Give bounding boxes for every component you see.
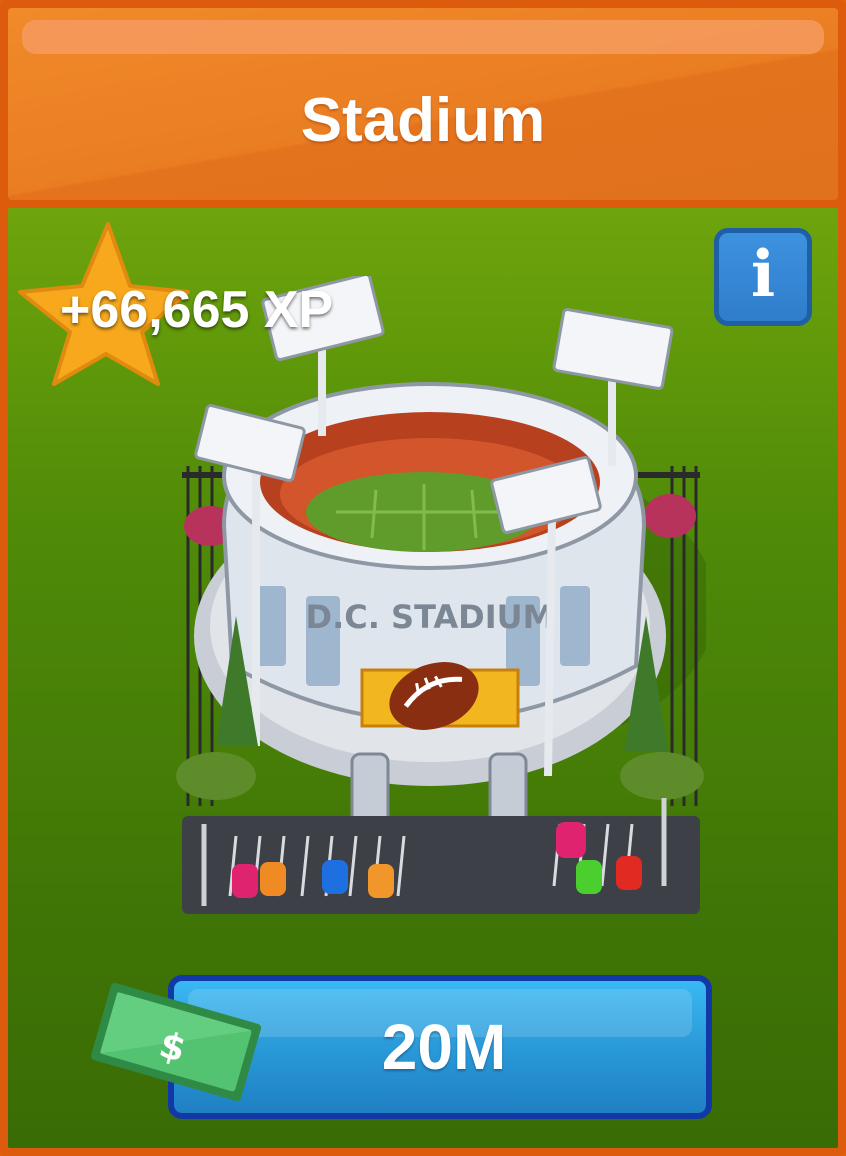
xp-reward-label: +66,665 XP (60, 281, 334, 339)
stadium-sign: D.C. STADIUM (306, 598, 555, 636)
card-header: Stadium (8, 8, 838, 200)
cash-icon: $ (90, 982, 262, 1102)
page-title: Stadium (300, 86, 546, 155)
item-card: Stadium D.C. STADIUM +66,665 XP i 20M $ (0, 0, 846, 1156)
header-gloss (22, 20, 824, 54)
info-icon: i (750, 237, 776, 312)
info-button[interactable]: i (714, 228, 812, 326)
stadium-illustration: D.C. STADIUM (176, 276, 706, 914)
price-label: 20M (381, 1011, 507, 1083)
